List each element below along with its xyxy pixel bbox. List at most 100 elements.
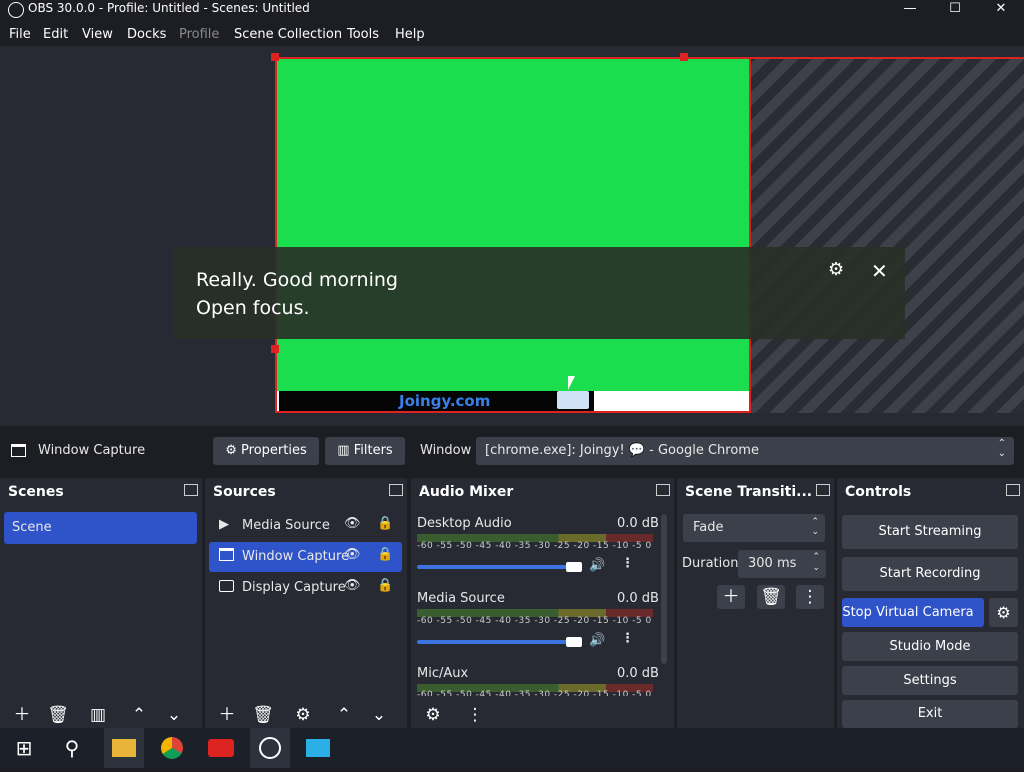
recorder-app-icon[interactable]	[201, 728, 241, 768]
start-streaming-button[interactable]: Start Streaming	[842, 515, 1018, 549]
updown-icon: ⌃ ⌄	[811, 517, 819, 537]
virtual-camera-settings-icon[interactable]: ⚙	[989, 598, 1018, 627]
close-button[interactable]: ✕	[978, 0, 1024, 22]
resize-handle-left[interactable]	[271, 345, 279, 353]
window-capture-preview[interactable]: Joingy.com	[275, 57, 751, 413]
scene-transitions-dock: Scene Transiti... Fade ⌃ ⌄ Duration 300 m…	[677, 478, 834, 728]
transition-properties-icon[interactable]: ⋮	[796, 585, 824, 609]
eye-icon[interactable]: 👁	[344, 516, 361, 531]
caption-settings-icon[interactable]: ⚙	[828, 259, 844, 280]
sources-dock: Sources ▶ Media Source 👁 🔒 Window Captur…	[205, 478, 407, 728]
move-up-icon[interactable]: ⌃	[330, 703, 358, 727]
slider-knob[interactable]	[566, 562, 582, 572]
stop-virtual-camera-button[interactable]: Stop Virtual Camera	[842, 598, 984, 627]
filter-icon: ▥	[337, 443, 354, 458]
menu-help[interactable]: Help	[395, 27, 425, 42]
scene-item[interactable]: Scene	[4, 512, 197, 544]
controls-title: Controls	[845, 484, 912, 500]
properties-button[interactable]: ⚙ Properties	[213, 437, 319, 465]
source-item[interactable]: Display Capture 👁 🔒	[209, 574, 402, 602]
start-recording-button[interactable]: Start Recording	[842, 557, 1018, 591]
settings-button[interactable]: Settings	[842, 666, 1018, 695]
window-select[interactable]: [chrome.exe]: Joingy! 💬 - Google Chrome …	[476, 437, 1014, 465]
eye-icon[interactable]: 👁	[344, 578, 361, 593]
source-item[interactable]: ▶ Media Source 👁 🔒	[209, 512, 402, 540]
advanced-audio-icon[interactable]: ⚙	[419, 703, 447, 727]
move-up-icon[interactable]: ⌃	[125, 703, 153, 727]
transition-select[interactable]: Fade ⌃ ⌄	[683, 514, 825, 542]
scene-filters-icon[interactable]: ▥	[84, 703, 112, 727]
duration-value: 300 ms	[748, 556, 797, 571]
menu-profile[interactable]: Profile	[179, 27, 219, 42]
window-select-value: [chrome.exe]: Joingy! 💬 - Google Chrome	[485, 443, 759, 458]
add-transition-icon[interactable]: ＋	[717, 585, 745, 609]
caption-close-icon[interactable]: ✕	[871, 259, 888, 283]
undock-icon[interactable]	[1006, 484, 1020, 496]
move-down-icon[interactable]: ⌄	[365, 703, 393, 727]
resize-handle-top-left[interactable]	[271, 53, 279, 61]
undock-icon[interactable]	[656, 484, 670, 496]
remove-scene-icon[interactable]: 🗑	[44, 703, 72, 727]
lock-icon[interactable]: 🔒	[377, 578, 393, 593]
menu-bar: File Edit View Docks Profile Scene Colle…	[0, 24, 1024, 46]
obs-logo-icon	[8, 2, 24, 18]
menu-docks[interactable]: Docks	[127, 27, 166, 42]
sources-title: Sources	[213, 484, 276, 500]
audio-mixer-title: Audio Mixer	[419, 484, 514, 500]
slider-knob[interactable]	[566, 637, 582, 647]
source-properties-icon[interactable]: ⚙	[289, 703, 317, 727]
transitions-title: Scene Transiti...	[685, 484, 813, 500]
caption-line-2: Open focus.	[196, 297, 310, 319]
remove-transition-icon[interactable]: 🗑	[757, 585, 785, 609]
undock-icon[interactable]	[184, 484, 198, 496]
menu-view[interactable]: View	[82, 27, 113, 42]
mixer-scrollbar[interactable]	[661, 514, 667, 664]
meter-ticks: -60 -55 -50 -45 -40 -35 -30 -25 -20 -15 …	[417, 616, 652, 626]
window-capture-icon	[11, 444, 26, 457]
menu-file[interactable]: File	[9, 27, 31, 42]
add-scene-icon[interactable]: ＋	[8, 703, 36, 727]
chrome-icon[interactable]	[152, 728, 192, 768]
speaker-icon[interactable]: 🔊	[589, 558, 605, 573]
add-source-icon[interactable]: ＋	[213, 703, 241, 727]
volume-slider[interactable]	[417, 640, 577, 644]
menu-scene-collection[interactable]: Scene Collection	[234, 27, 342, 42]
file-explorer-icon[interactable]	[104, 728, 144, 768]
eye-icon[interactable]: 👁	[344, 547, 361, 562]
exit-button[interactable]: Exit	[842, 700, 1018, 728]
studio-mode-button[interactable]: Studio Mode	[842, 632, 1018, 661]
source-label: Window Capture	[242, 549, 350, 564]
more-options-icon[interactable]: ⋮	[621, 631, 634, 646]
volume-slider[interactable]	[417, 565, 577, 569]
undock-icon[interactable]	[389, 484, 403, 496]
channel-name: Media Source	[417, 591, 505, 606]
maximize-button[interactable]: ☐	[932, 0, 978, 22]
resize-handle-top[interactable]	[680, 53, 688, 61]
duration-spinbox[interactable]: 300 ms ⌃ ⌄	[738, 550, 826, 578]
source-label: Media Source	[242, 518, 330, 533]
undock-icon[interactable]	[816, 484, 830, 496]
more-options-icon[interactable]: ⋮	[621, 556, 634, 571]
app-window-icon[interactable]	[298, 728, 338, 768]
updown-icon[interactable]: ⌃ ⌄	[812, 552, 820, 574]
controls-dock: Controls Start Streaming Start Recording…	[837, 478, 1024, 728]
channel-db: 0.0 dB	[617, 516, 659, 531]
menu-edit[interactable]: Edit	[43, 27, 68, 42]
channel-db: 0.0 dB	[617, 666, 659, 681]
transition-value: Fade	[693, 520, 724, 535]
mixer-menu-icon[interactable]: ⋮	[461, 703, 489, 727]
lock-icon[interactable]: 🔒	[377, 547, 393, 562]
lock-icon[interactable]: 🔒	[377, 516, 393, 531]
search-icon[interactable]: ⚲	[52, 728, 92, 768]
menu-tools[interactable]: Tools	[347, 27, 379, 42]
windows-start-icon[interactable]: ⊞	[4, 728, 44, 768]
minimize-button[interactable]: —	[887, 0, 933, 22]
obs-taskbar-icon[interactable]	[250, 728, 290, 768]
meter-ticks: -60 -55 -50 -45 -40 -35 -30 -25 -20 -15 …	[417, 690, 652, 696]
scenes-dock: Scenes Scene ＋ 🗑 ▥ ⌃ ⌄	[0, 478, 202, 728]
filters-button[interactable]: ▥ Filters	[325, 437, 405, 465]
source-item[interactable]: Window Capture 👁 🔒	[209, 542, 402, 572]
remove-source-icon[interactable]: 🗑	[249, 703, 277, 727]
speaker-icon[interactable]: 🔊	[589, 633, 605, 648]
move-down-icon[interactable]: ⌄	[160, 703, 188, 727]
